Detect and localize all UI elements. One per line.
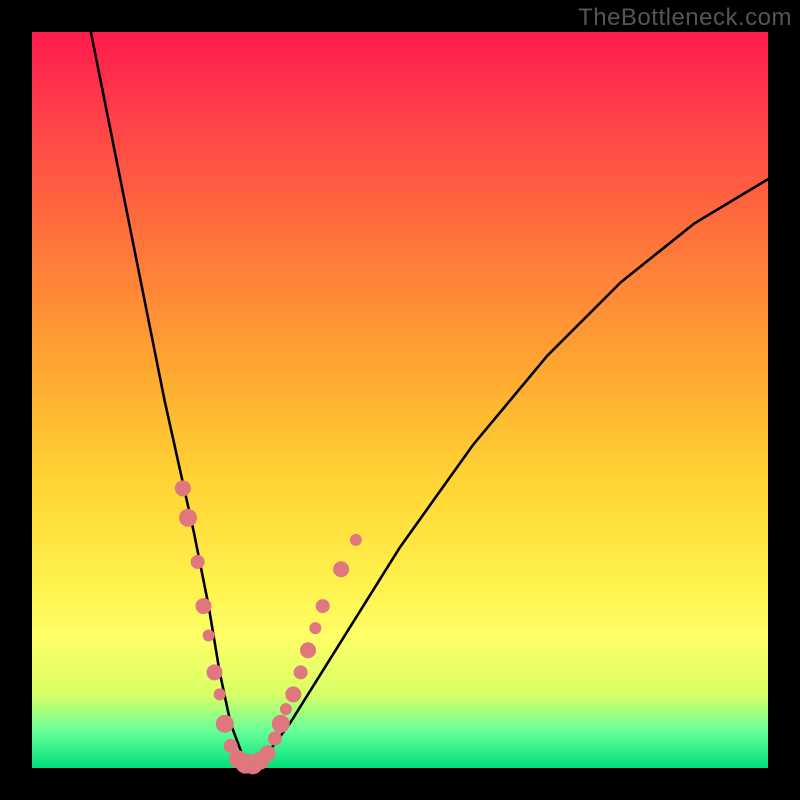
marker-point (214, 688, 226, 700)
marker-point (175, 480, 191, 496)
chart-area (32, 32, 768, 768)
marker-point (280, 703, 292, 715)
marker-point (300, 642, 316, 658)
marker-point (191, 555, 205, 569)
bottleneck-plot (32, 32, 768, 768)
marker-point (350, 534, 362, 546)
marker-point (309, 622, 321, 634)
marker-point (216, 715, 234, 733)
marker-point (260, 745, 276, 761)
marker-point (316, 599, 330, 613)
highlight-markers (175, 480, 362, 774)
marker-point (195, 598, 211, 614)
marker-point (268, 732, 282, 746)
marker-point (207, 664, 223, 680)
marker-point (272, 715, 290, 733)
bottleneck-curve-line (91, 32, 768, 764)
watermark-text: TheBottleneck.com (578, 4, 792, 32)
marker-point (294, 665, 308, 679)
marker-point (203, 630, 215, 642)
marker-point (285, 686, 301, 702)
marker-point (179, 509, 197, 527)
marker-point (333, 561, 349, 577)
